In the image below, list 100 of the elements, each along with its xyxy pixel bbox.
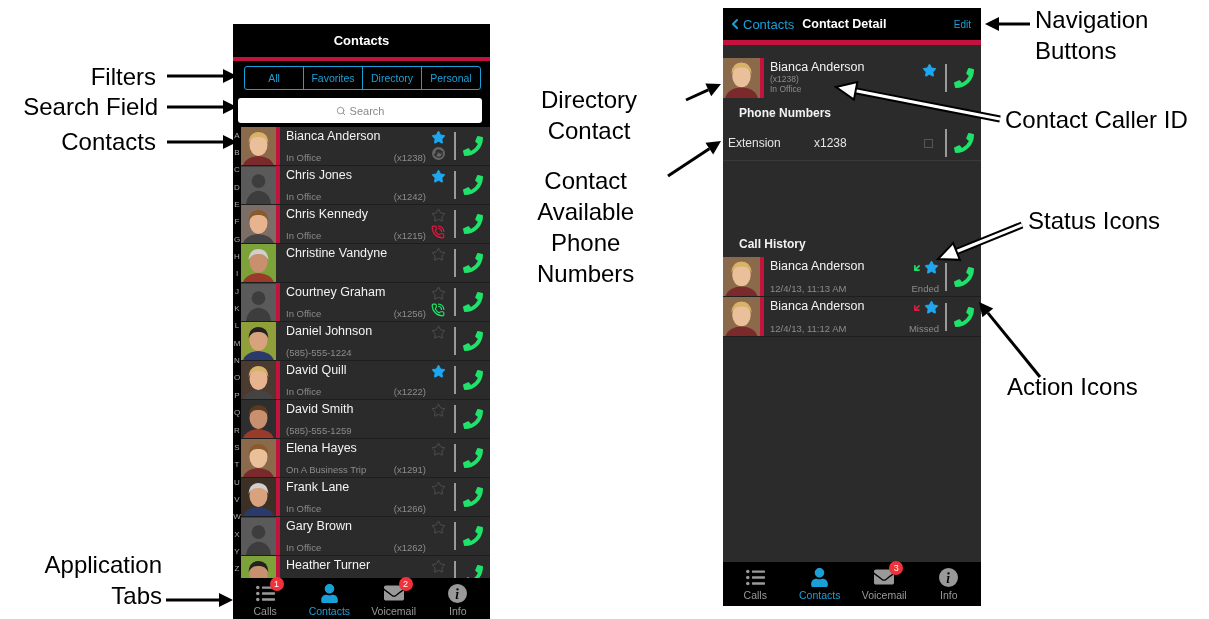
index-letter[interactable]: O [233, 374, 241, 383]
tab[interactable]: Info [425, 578, 490, 619]
index-letter[interactable]: D [233, 183, 241, 192]
contact-row[interactable]: Chris Jones In Office (x1242) [241, 166, 490, 205]
star-outline-icon[interactable] [430, 286, 446, 301]
index-letter[interactable]: K [233, 305, 241, 314]
envelope-icon [874, 567, 895, 587]
index-letter[interactable]: U [233, 478, 241, 487]
star-outline-icon[interactable] [430, 403, 446, 418]
index-letter[interactable]: F [233, 218, 241, 227]
star-outline-icon[interactable] [430, 442, 446, 457]
contact-row[interactable]: Chris Kennedy In Office (x1215) [241, 205, 490, 244]
index-letter[interactable]: E [233, 201, 241, 210]
star-icon[interactable] [430, 169, 446, 184]
contact-row[interactable]: David Quill In Office (x1222) [241, 361, 490, 400]
callout-label: Status Icons [1028, 206, 1161, 236]
index-letter[interactable]: A [233, 131, 241, 140]
contact-name: Courtney Graham [286, 285, 387, 299]
contact-name: Gary Brown [286, 519, 353, 533]
star-icon[interactable] [430, 364, 446, 379]
search-field[interactable]: Search [238, 98, 482, 123]
star-outline-icon[interactable] [430, 247, 446, 262]
contact-extension: (x1238) [770, 75, 800, 84]
caller-name: Bianca Anderson [770, 259, 866, 273]
phone-waves-icon [431, 225, 445, 239]
contact-extension: (x1238) [393, 152, 426, 163]
index-letter[interactable]: R [233, 426, 241, 435]
filter-button[interactable]: All [245, 67, 303, 89]
filter-button[interactable]: Personal [421, 67, 480, 89]
avatar-placeholder [241, 517, 276, 555]
contact-row[interactable]: Courtney Graham In Office (x1256) [241, 283, 490, 322]
contact-row[interactable]: Gary Brown In Office (x1262) [241, 517, 490, 556]
star-outline-icon[interactable] [430, 481, 446, 496]
star-outline-icon[interactable] [430, 325, 446, 340]
contact-status: In Office [770, 85, 803, 94]
edit-link[interactable]: Edit [953, 18, 971, 30]
back-link[interactable]: Contacts [727, 16, 795, 32]
index-letter[interactable]: B [233, 149, 241, 157]
index-letter[interactable]: L [233, 322, 241, 331]
callout-label: Contact Available Phone Numbers [537, 166, 635, 289]
number-value: x1238 [814, 136, 848, 150]
phone-number-row[interactable]: Extension x1238 [723, 126, 981, 161]
index-letter[interactable]: G [233, 235, 241, 244]
contact-status: In Office [286, 308, 322, 319]
index-letter[interactable]: X [233, 530, 241, 539]
contact-row[interactable]: Christine Vandyne [241, 244, 490, 283]
callout-label: Directory Contact [541, 85, 637, 146]
filter-button[interactable]: Favorites [303, 67, 362, 89]
index-letter[interactable]: V [233, 495, 241, 504]
index-letter[interactable]: W [233, 513, 241, 522]
checkbox[interactable] [924, 138, 933, 148]
star-icon[interactable] [430, 130, 446, 145]
index-letter[interactable]: N [233, 357, 241, 366]
contact-row[interactable]: Bianca Anderson In Office (x1238) [241, 127, 490, 166]
index-letter[interactable]: Y [233, 547, 241, 556]
section-heading: Phone Numbers [739, 106, 831, 120]
index-letter[interactable]: M [233, 339, 241, 348]
tab[interactable]: 2 Voicemail [361, 578, 426, 619]
tab[interactable]: 3 Voicemail [852, 562, 917, 606]
contact-row[interactable]: Elena Hayes On A Business Trip (x1291) [241, 439, 490, 478]
index-letter[interactable]: C [233, 166, 241, 175]
contact-extension: (x1256) [393, 308, 426, 319]
star-icon[interactable] [921, 63, 937, 78]
index-letter[interactable]: T [233, 461, 241, 470]
call-history-row[interactable]: Bianca Anderson 12/4/13, 11:12 AM Missed [723, 297, 981, 337]
call-history-row[interactable]: Bianca Anderson 12/4/13, 11:13 AM Ended [723, 257, 981, 297]
star-outline-icon[interactable] [430, 559, 446, 574]
index-letter[interactable]: Q [233, 409, 241, 418]
callout-label: Navigation Buttons [1035, 5, 1149, 66]
star-icon[interactable] [924, 300, 939, 315]
index-letter[interactable]: S [233, 443, 241, 452]
arrow [667, 141, 721, 178]
contact-row[interactable]: David Smith (585)-555-1259 [241, 400, 490, 439]
star-outline-icon[interactable] [430, 208, 446, 223]
contact-row[interactable]: Daniel Johnson (585)-555-1224 [241, 322, 490, 361]
screen-title: Contacts [333, 33, 390, 48]
tab[interactable]: Contacts [787, 562, 852, 606]
tab[interactable]: 1 Calls [233, 578, 298, 619]
star-icon[interactable] [924, 260, 939, 275]
index-letter[interactable]: H [233, 253, 241, 262]
contact-status: In Office [286, 230, 322, 241]
contact-row[interactable]: Frank Lane In Office (x1266) [241, 478, 490, 517]
call-button[interactable] [951, 133, 977, 153]
filter-button[interactable]: Directory [362, 67, 421, 89]
screen-title: Contact Detail [802, 17, 888, 31]
tab[interactable]: Info [916, 562, 981, 606]
callout-label: Contact Caller ID [1005, 105, 1188, 135]
tab[interactable]: Contacts [297, 578, 362, 619]
index-letter[interactable]: J [233, 287, 241, 296]
arrow [985, 17, 1030, 31]
contact-name: Elena Hayes [286, 441, 358, 455]
call-result: Ended [911, 283, 939, 294]
index-letter[interactable]: Z [233, 565, 241, 574]
contact-extension: (x1266) [393, 503, 426, 514]
index-letter[interactable]: P [233, 391, 241, 400]
star-outline-icon[interactable] [430, 520, 446, 535]
contact-name: Chris Kennedy [286, 207, 369, 221]
tab[interactable]: Calls [723, 562, 788, 606]
index-letter[interactable]: I [233, 270, 241, 279]
contact-extension: (x1291) [393, 464, 426, 475]
